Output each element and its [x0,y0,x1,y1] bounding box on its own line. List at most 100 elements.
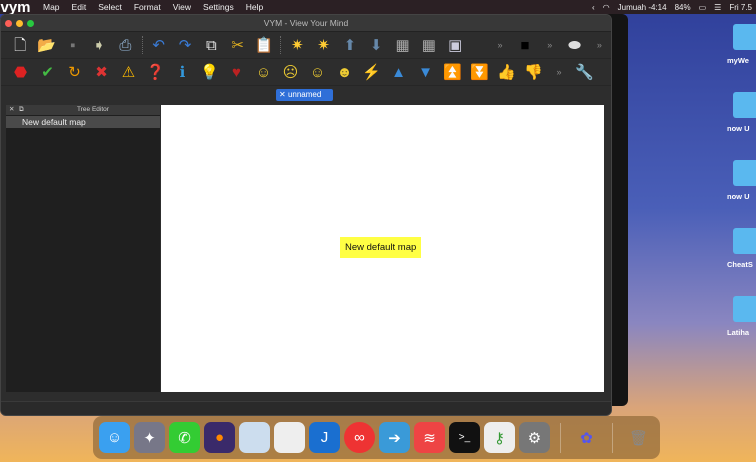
question-icon[interactable]: ❓ [142,59,169,86]
smiley-neutral-icon[interactable]: ☺ [304,59,331,86]
battery-icon[interactable]: ▭ [699,3,707,12]
menu-map[interactable]: Map [43,2,60,12]
smiley-good-icon[interactable]: ☺ [250,59,277,86]
desktop-folder[interactable]: Latiha [727,296,756,337]
paste-icon[interactable]: 📋 [251,32,277,59]
tree-editor-title: Tree Editor [77,106,109,113]
clock[interactable]: Fri 7.5 [729,3,752,12]
add-branch-icon[interactable]: ✷ [284,32,310,59]
cross-icon[interactable]: ✖ [88,59,115,86]
chevron-left-icon[interactable]: ‹ [592,3,595,12]
warning-icon[interactable]: ⚠ [115,59,142,86]
toolbar-main: 🗋 📂 ▪ ➧ ⎙ ↶ ↷ ⧉ ✂ 📋 ✷ ✷ ⬆ ⬇ ▦ ▦ ▣ » ■ » … [1,32,611,59]
close-button[interactable] [5,20,12,27]
arrow-up-icon[interactable]: ▲ [385,59,412,86]
sort-icon[interactable]: ▦ [389,32,415,59]
dock-libreoffice[interactable] [274,422,305,453]
thumbs-down-icon[interactable]: 👎 [520,59,547,86]
wifi-icon[interactable]: ◠ [603,3,610,12]
dock-finder[interactable]: ☺ [99,422,130,453]
dock-system-preferences[interactable]: ⚙ [519,422,550,453]
control-center-icon[interactable]: ☰ [714,3,721,12]
tree-item[interactable]: New default map [6,116,160,128]
save-icon[interactable]: ▪ [60,32,86,59]
new-map-icon[interactable]: 🗋 [7,32,33,59]
dock-joplin[interactable]: J [309,422,340,453]
desktop-folder[interactable]: now U [727,92,756,133]
open-icon[interactable]: 📂 [33,32,59,59]
cut-icon[interactable]: ✂ [225,32,251,59]
add-branch-above-icon[interactable]: ✷ [310,32,336,59]
dock-firefox[interactable]: ● [204,422,235,453]
menu-select[interactable]: Select [98,2,122,12]
arrow-double-down-icon[interactable]: ⏬ [466,59,493,86]
desktop-folder[interactable]: now U [727,160,756,201]
lightbulb-icon[interactable]: 💡 [196,59,223,86]
dock-todoist[interactable]: ≋ [414,422,445,453]
tab-unnamed[interactable]: ✕ unnamed [276,89,333,101]
menu-view[interactable]: View [173,2,191,12]
desktop-folder[interactable]: CheatS [727,228,756,269]
dock-keychain[interactable]: ⚷ [484,422,515,453]
smiley-sad-icon[interactable]: ☹ [277,59,304,86]
menu-format[interactable]: Format [134,2,161,12]
sort-back-icon[interactable]: ▦ [416,32,442,59]
check-icon[interactable]: ✔ [34,59,61,86]
more-icon[interactable]: » [547,67,571,77]
redo-icon[interactable]: ↷ [172,32,198,59]
dock-authy[interactable]: ∞ [344,422,375,453]
close-tab-icon[interactable]: ✕ [279,90,288,99]
undo-icon[interactable]: ↶ [146,32,172,59]
smiley-omg-icon[interactable]: ☻ [331,59,358,86]
thumbs-up-icon[interactable]: 👍 [493,59,520,86]
menu-help[interactable]: Help [246,2,263,12]
status-bar [1,401,611,415]
menu-bar: vym Map Edit Select Format View Settings… [0,0,756,16]
stop-icon[interactable]: ⬣ [7,59,34,86]
dock-whatsapp[interactable]: ✆ [169,422,200,453]
prayer-time[interactable]: Jumuah -4:14 [618,3,667,12]
folder-label: now U [727,192,750,201]
dock-xcode[interactable]: ✦ [134,422,165,453]
more-icon[interactable]: » [488,40,511,50]
dock-preview[interactable] [239,422,270,453]
zoom-button[interactable] [27,20,34,27]
menu-edit[interactable]: Edit [72,2,87,12]
view-icon[interactable]: ⬬ [561,32,587,59]
dock: ☺ ✦ ✆ ● J ∞ ➔ ≋ >_ ⚷ ⚙ ✿ 🗑 [93,416,660,459]
folder-label: now U [727,124,750,133]
title-bar: VYM - View Your Mind [1,15,611,32]
dock-trash[interactable]: 🗑 [623,422,654,453]
info-icon[interactable]: ℹ [169,59,196,86]
menu-settings[interactable]: Settings [203,2,234,12]
map-node[interactable]: New default map [340,237,422,258]
heart-icon[interactable]: ♥ [223,59,250,86]
minimize-button[interactable] [16,20,23,27]
arrow-double-up-icon[interactable]: ⏫ [439,59,466,86]
move-up-icon[interactable]: ⬆ [337,32,363,59]
flash-icon[interactable]: ⚡ [358,59,385,86]
float-icon[interactable]: ⧉ [19,105,24,115]
close-icon[interactable]: ✕ [9,105,14,115]
tab-label: unnamed [287,90,322,99]
folder-label: myWe [727,56,749,65]
desktop-folder[interactable]: myWe [727,24,756,65]
color-icon[interactable]: ■ [512,32,538,59]
image-icon[interactable]: ▣ [442,32,468,59]
more-icon[interactable]: » [538,40,561,50]
copy-icon[interactable]: ⧉ [198,32,224,59]
print-icon[interactable]: ⎙ [112,32,138,59]
map-canvas[interactable]: New default map [161,105,604,392]
wrench-add-icon[interactable]: 🔧 [571,59,598,86]
arrow-down-icon[interactable]: ▼ [412,59,439,86]
export-icon[interactable]: ➧ [86,32,112,59]
move-down-icon[interactable]: ⬇ [363,32,389,59]
refresh-icon[interactable]: ↻ [61,59,88,86]
folder-label: CheatS [727,260,753,269]
dock-terminal[interactable]: >_ [449,422,480,453]
window-title: VYM - View Your Mind [263,18,349,28]
dock-migration[interactable]: ➔ [379,422,410,453]
toolbar-flags: ⬣ ✔ ↻ ✖ ⚠ ❓ ℹ 💡 ♥ ☺ ☹ ☺ ☻ ⚡ ▲ ▼ ⏫ ⏬ 👍 👎 … [1,59,611,86]
dock-vym[interactable]: ✿ [571,422,602,453]
more-icon[interactable]: » [588,40,611,50]
